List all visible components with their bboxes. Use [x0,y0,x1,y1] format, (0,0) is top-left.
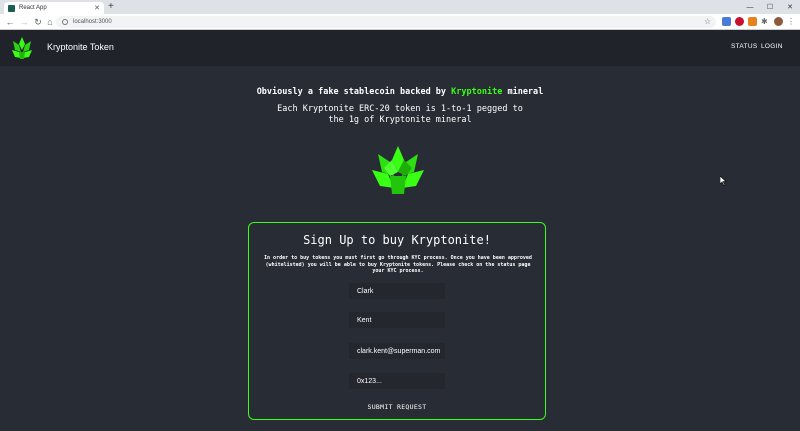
back-arrow-icon[interactable]: ← [4,16,16,28]
hero-headline: Obviously a fake stablecoin backed by Kr… [0,87,800,97]
react-favicon-icon [8,4,15,12]
submit-request-button[interactable]: SUBMIT REQUEST [249,403,545,411]
headline-suffix: mineral [502,87,544,97]
profile-avatar[interactable] [774,17,783,26]
browser-tab-bar: React App ✕ + — ☐ ✕ [0,0,800,14]
nav-status-link[interactable]: STATUS [731,43,757,50]
menu-kebab-icon[interactable]: ⋮ [787,17,796,26]
signup-title: Sign Up to buy Kryptonite! [303,233,491,247]
home-icon[interactable]: ⌂ [44,16,56,28]
minimize-button[interactable]: — [740,0,760,14]
app-navbar: Kryptonite Token STATUS LOGIN [0,30,800,66]
first-name-input[interactable]: Clark [349,283,445,299]
nav-login-link[interactable]: LOGIN [761,43,783,50]
brand-name[interactable]: Kryptonite Token [47,42,114,52]
info-icon[interactable] [62,19,68,25]
window-controls: — ☐ ✕ [740,0,800,14]
reload-icon[interactable]: ↻ [32,16,44,28]
signup-card: Sign Up to buy Kryptonite! In order to b… [248,222,546,420]
headline-prefix: Obviously a fake stablecoin backed by [256,87,452,97]
mouse-cursor-icon [720,176,727,186]
hero-subline: Each Kryptonite ERC-20 token is 1-to-1 p… [277,104,523,125]
tab-title: React App [19,5,47,11]
kryptonite-crystal-icon [372,146,424,194]
kryptonite-logo-icon[interactable] [10,36,34,60]
headline-highlight: Kryptonite [451,87,503,97]
metamask-extension-icon[interactable] [748,17,757,26]
bookmark-star-icon[interactable]: ☆ [704,17,711,26]
last-name-input[interactable]: Kent [349,312,445,328]
browser-tab[interactable]: React App ✕ [4,2,104,14]
adblock-extension-icon[interactable] [735,17,744,26]
maximize-button[interactable]: ☐ [760,0,780,14]
translate-extension-icon[interactable] [722,17,731,26]
forward-arrow-icon[interactable]: → [18,16,30,28]
tab-close-icon[interactable]: ✕ [94,5,100,12]
close-window-button[interactable]: ✕ [780,0,800,14]
extensions-puzzle-icon[interactable]: ✱ [761,17,770,26]
main-content: Obviously a fake stablecoin backed by Kr… [0,66,800,431]
new-tab-button[interactable]: + [108,1,114,13]
email-input[interactable]: clark.kent@superman.com [349,343,445,359]
address-bar[interactable]: localhost:3000 [56,16,716,28]
url-text[interactable]: localhost:3000 [73,19,112,25]
wallet-address-input[interactable]: 0x123... [349,373,445,389]
kyc-description: In order to buy tokens you must first go… [264,255,532,274]
browser-toolbar: ← → ↻ ⌂ localhost:3000 ☆ ✱ ⋮ [0,14,800,30]
